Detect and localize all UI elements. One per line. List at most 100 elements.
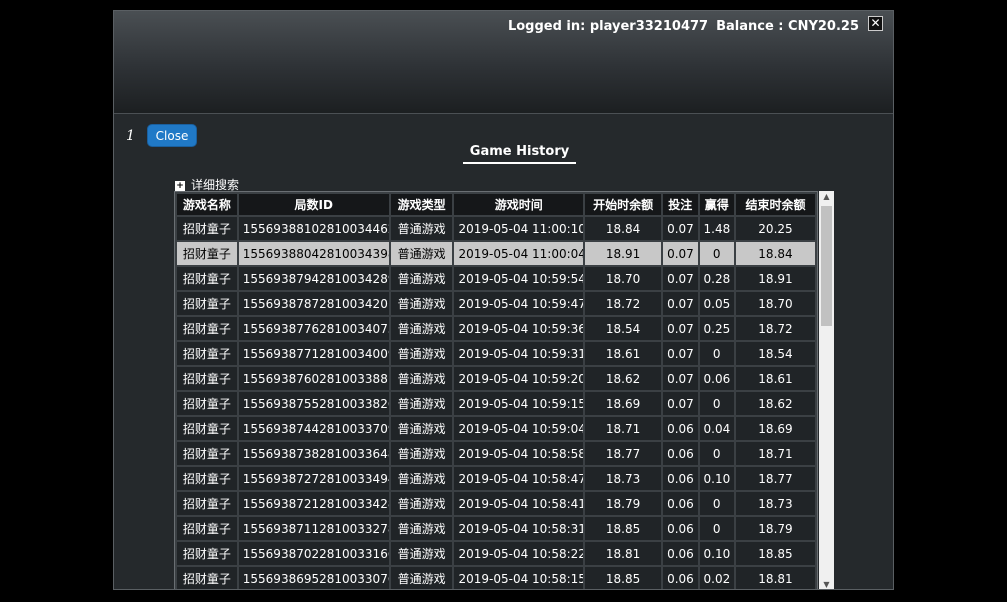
table-cell: 招财童子 <box>177 467 237 490</box>
table-cell: 15569386952810033076 <box>238 567 389 589</box>
table-cell: 普通游戏 <box>390 267 453 290</box>
table-row[interactable]: 招财童子 15569387112810033278 普通游戏 2019-05-04 1… <box>177 517 815 540</box>
table-cell: 18.61 <box>585 342 662 365</box>
table-cell: 普通游戏 <box>390 467 453 490</box>
table-row[interactable]: 招财童子 15569387442810033709 普通游戏 2019-05-04 1… <box>177 417 815 440</box>
table-cell: 0 <box>699 492 734 515</box>
table-cell: 18.72 <box>735 317 815 340</box>
table-cell: 15569387762810034075 <box>238 317 389 340</box>
table-row[interactable]: 招财童子 1556938810281003446​2 普通游戏 2019-05-04 … <box>177 217 815 240</box>
table-cell: 0 <box>699 517 734 540</box>
table-cell: 15569387112810033278 <box>238 517 389 540</box>
table-cell: 0 <box>699 242 734 265</box>
table-cell: 18.71 <box>735 442 815 465</box>
table-cell: 18.79 <box>585 492 662 515</box>
table-cell: 18.54 <box>735 342 815 365</box>
table-cell: 招财童子 <box>177 492 237 515</box>
table-cell: 0.10 <box>699 467 734 490</box>
table-row[interactable]: 招财童子 15569387712810034009 普通游戏 2019-05-04 1… <box>177 342 815 365</box>
login-info: Logged in: player33210477 Balance : CNY20… <box>508 19 859 34</box>
advanced-search-label: 详细搜索 <box>191 178 240 192</box>
table-cell: 18.85 <box>585 517 662 540</box>
table-cell: 18.79 <box>735 517 815 540</box>
table-cell: 0.07 <box>663 317 698 340</box>
table-row[interactable]: 招财童子 15569387022810033166 普通游戏 2019-05-04 1… <box>177 542 815 565</box>
table-cell: 0.06 <box>663 517 698 540</box>
table-cell: 18.84 <box>735 242 815 265</box>
column-header: 结束时余额 <box>735 194 815 215</box>
table-row[interactable]: 招财童子 15569387602810033881 普通游戏 2019-05-04 1… <box>177 367 815 390</box>
table-row[interactable]: 招财童子 15569387942810034289 普通游戏 2019-05-04 1… <box>177 267 815 290</box>
table-cell: 15569387942810034289 <box>238 267 389 290</box>
table-cell: 0 <box>699 342 734 365</box>
table-cell: 18.62 <box>735 392 815 415</box>
table-cell: 普通游戏 <box>390 417 453 440</box>
table-cell: 2019-05-04 10:58:31 <box>454 517 584 540</box>
table-cell: 2019-05-04 10:59:54 <box>454 267 584 290</box>
table-cell: 18.91 <box>735 267 815 290</box>
table-cell: 2019-05-04 10:58:22 <box>454 542 584 565</box>
table-cell: 2019-05-04 10:58:15 <box>454 567 584 589</box>
dialog-header: Logged in: player33210477 Balance : CNY20… <box>114 11 893 114</box>
table-cell: 0.07 <box>663 392 698 415</box>
history-table: 游戏名称 局数ID 游戏类型 游戏时间 开始时余额 投注 赢得 结束时余额 招财童子 15569… <box>175 192 817 589</box>
table-cell: 0.06 <box>663 542 698 565</box>
table-row[interactable]: 招财童子 15569387552810033826 普通游戏 2019-05-04 1… <box>177 392 815 415</box>
table-row[interactable]: 招财童子 15569388042810034398 普通游戏 2019-05-04 1… <box>177 242 815 265</box>
page-title: Game History <box>463 144 576 164</box>
close-icon[interactable]: ✕ <box>868 16 883 31</box>
table-row[interactable]: 招财童子 15569386952810033076 普通游戏 2019-05-04 1… <box>177 567 815 589</box>
table-cell: 2019-05-04 10:59:20 <box>454 367 584 390</box>
table-cell: 2019-05-04 11:00:04 <box>454 242 584 265</box>
table-cell: 2019-05-04 10:58:58 <box>454 442 584 465</box>
table-cell: 普通游戏 <box>390 317 453 340</box>
table-cell: 招财童子 <box>177 217 237 240</box>
table-cell: 招财童子 <box>177 542 237 565</box>
table-cell: 普通游戏 <box>390 367 453 390</box>
table-cell: 普通游戏 <box>390 542 453 565</box>
table-row[interactable]: 招财童子 15569387272810033494 普通游戏 2019-05-04 1… <box>177 467 815 490</box>
table-cell: 普通游戏 <box>390 242 453 265</box>
table-cell: 20.25 <box>735 217 815 240</box>
balance-label: Balance : <box>716 19 784 34</box>
table-cell: 普通游戏 <box>390 517 453 540</box>
table-cell: 普通游戏 <box>390 342 453 365</box>
table-cell: 18.69 <box>585 392 662 415</box>
table-cell: 招财童子 <box>177 417 237 440</box>
table-cell: 招财童子 <box>177 567 237 589</box>
table-cell: 18.81 <box>735 567 815 589</box>
table-cell: 15569387382810033648 <box>238 442 389 465</box>
column-header: 投注 <box>663 194 698 215</box>
table-cell: 0.02 <box>699 567 734 589</box>
table-cell: 18.84 <box>585 217 662 240</box>
table-row[interactable]: 招财童子 15569387872810034201 普通游戏 2019-05-04 1… <box>177 292 815 315</box>
table-row[interactable]: 招财童子 15569387212810033428 普通游戏 2019-05-04 1… <box>177 492 815 515</box>
scrollbar-thumb[interactable] <box>821 206 832 326</box>
table-cell: 15569387712810034009 <box>238 342 389 365</box>
table-cell: 15569387552810033826 <box>238 392 389 415</box>
table-cell: 18.85 <box>735 542 815 565</box>
table-cell: 1.48 <box>699 217 734 240</box>
expand-plus-icon[interactable]: + <box>175 181 185 191</box>
table-cell: 15569387212810033428 <box>238 492 389 515</box>
table-cell: 18.91 <box>585 242 662 265</box>
table-row[interactable]: 招财童子 15569387382810033648 普通游戏 2019-05-04 1… <box>177 442 815 465</box>
game-history-dialog: Logged in: player33210477 Balance : CNY20… <box>113 10 894 590</box>
scroll-up-arrow-icon[interactable]: ▲ <box>819 191 834 203</box>
scroll-down-arrow-icon[interactable]: ▼ <box>819 579 834 589</box>
table-cell: 招财童子 <box>177 367 237 390</box>
table-cell: 0.06 <box>663 467 698 490</box>
table-cell: 招财童子 <box>177 267 237 290</box>
table-cell: 15569387602810033881 <box>238 367 389 390</box>
table-cell: 0.06 <box>663 492 698 515</box>
table-row[interactable]: 招财童子 15569387762810034075 普通游戏 2019-05-04 1… <box>177 317 815 340</box>
table-cell: 招财童子 <box>177 317 237 340</box>
balance-value: CNY20.25 <box>788 19 859 34</box>
table-cell: 18.69 <box>735 417 815 440</box>
column-header: 开始时余额 <box>585 194 662 215</box>
vertical-scrollbar[interactable]: ▲ ▼ <box>819 191 834 589</box>
close-button[interactable]: Close <box>147 124 197 147</box>
table-cell: 18.73 <box>585 467 662 490</box>
table-cell: 0 <box>699 392 734 415</box>
table-cell: 0.06 <box>663 567 698 589</box>
